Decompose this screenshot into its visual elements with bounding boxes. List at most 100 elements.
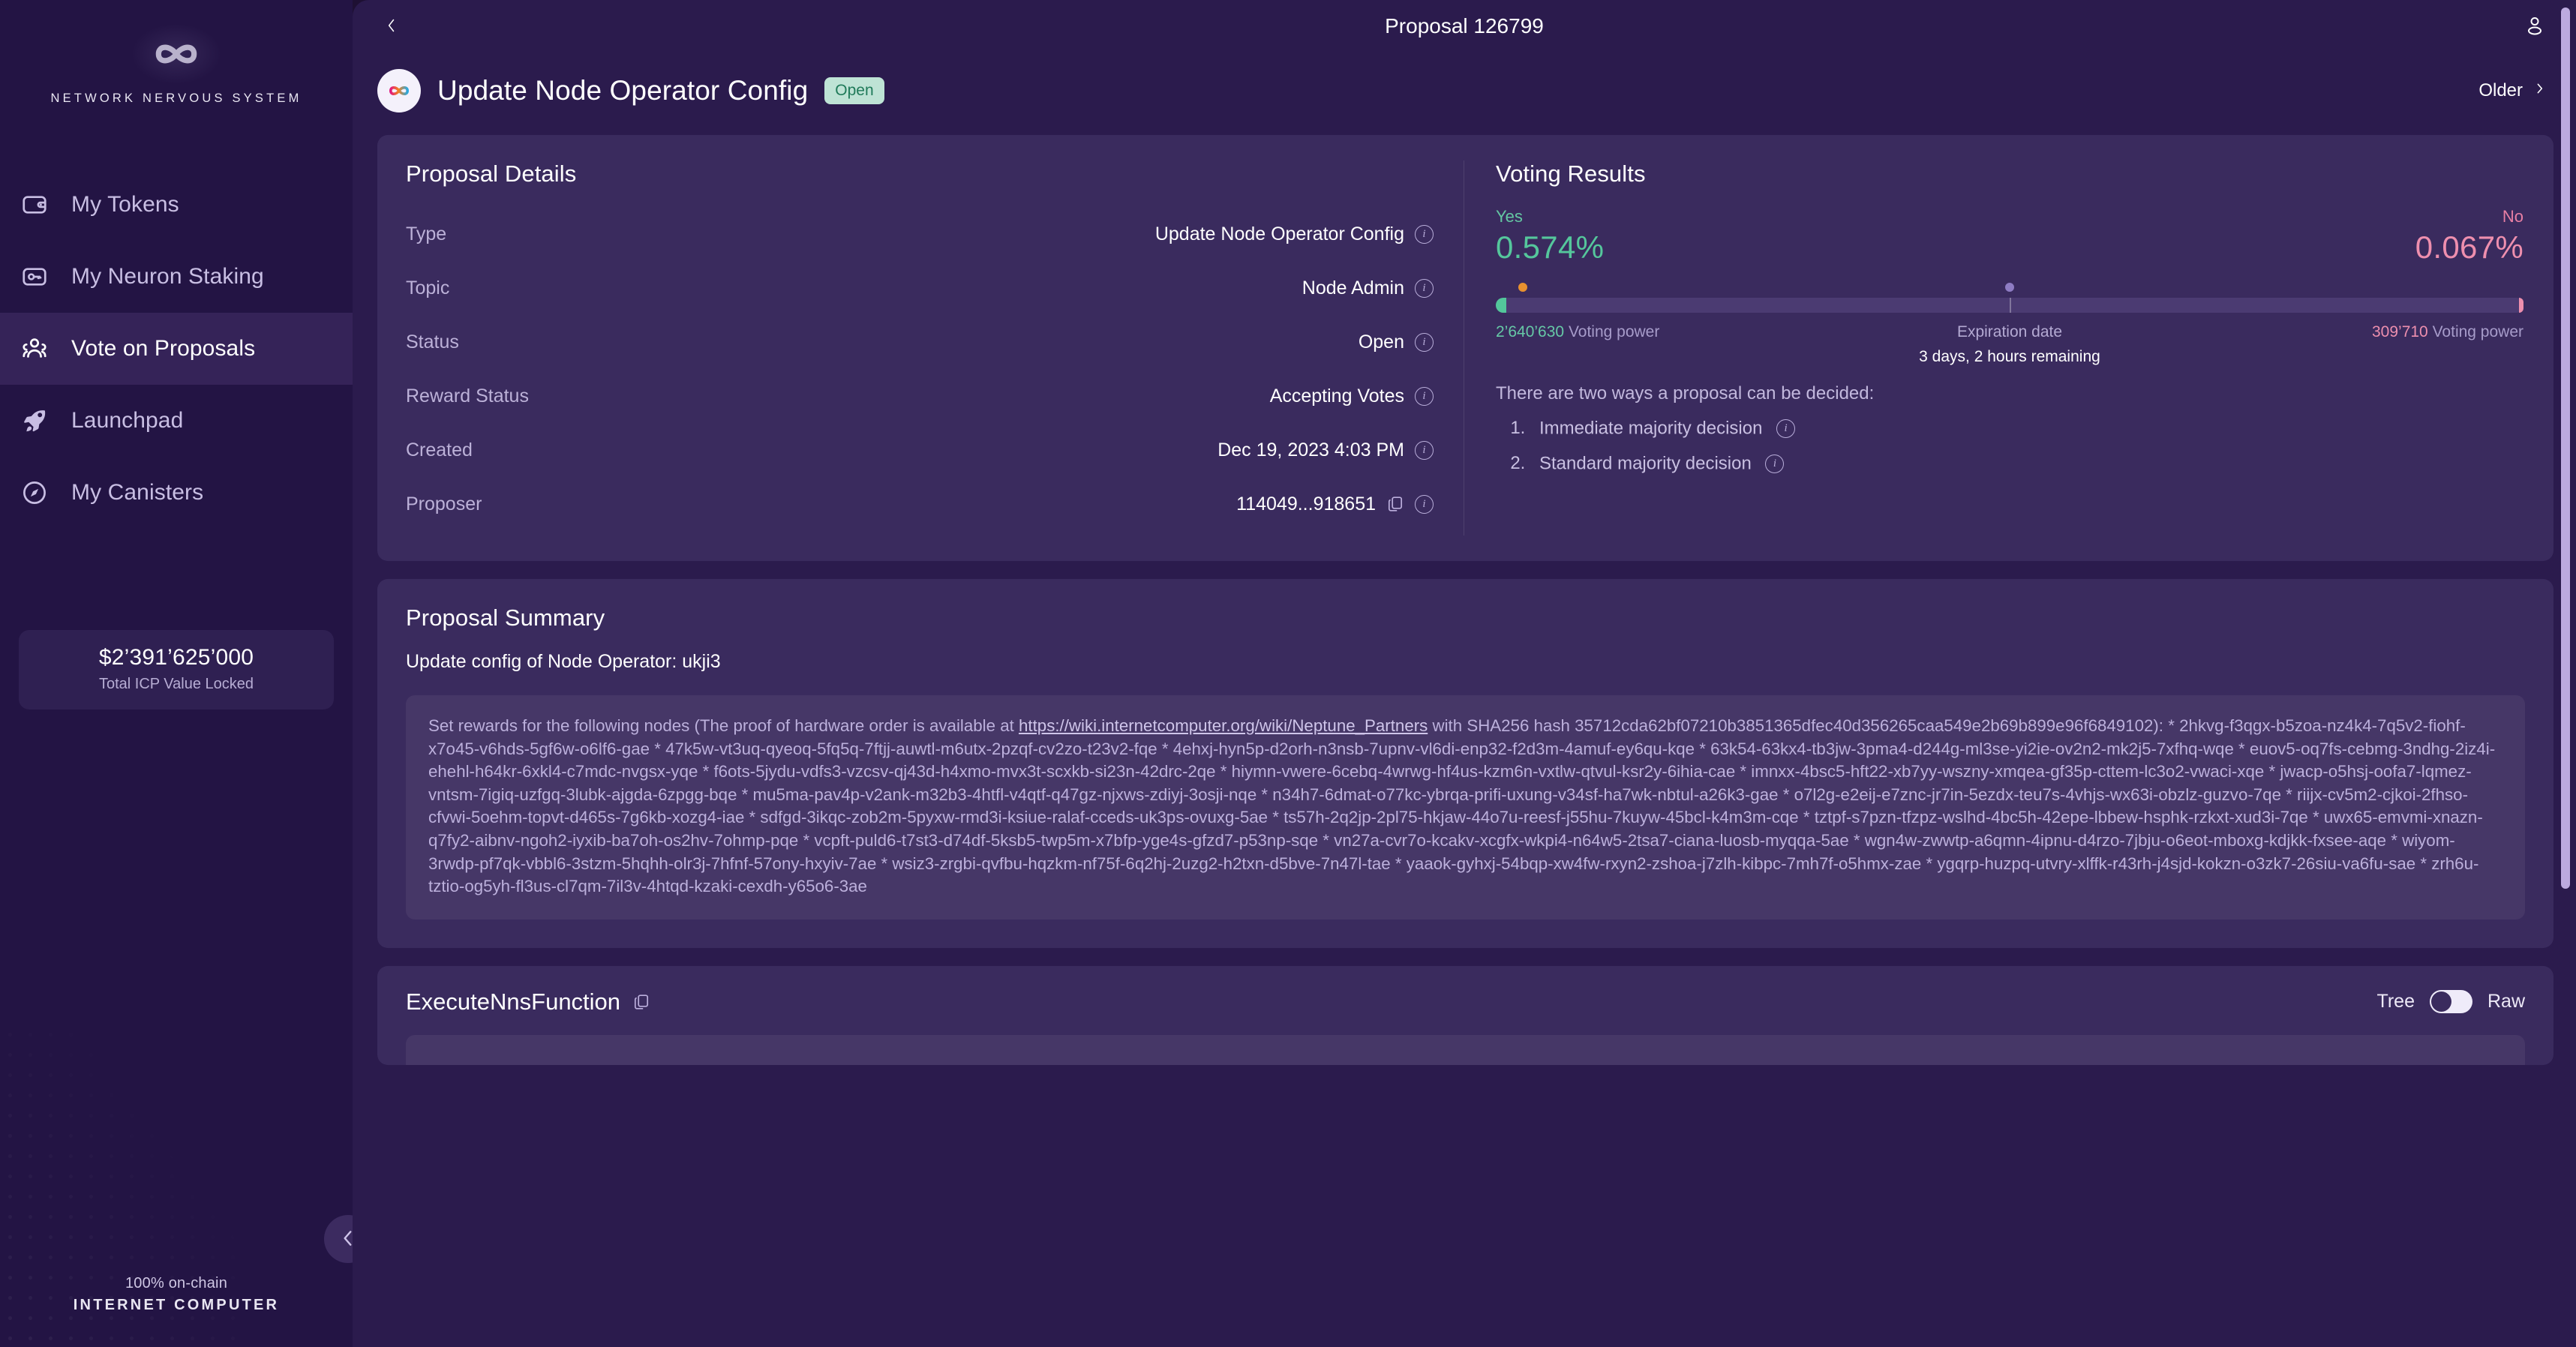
summary-body-post: with SHA256 hash 35712cda62bf07210b38513…	[428, 716, 2496, 896]
decision-way-label: Standard majority decision	[1539, 453, 1752, 474]
toggle-label-raw[interactable]: Raw	[2487, 991, 2525, 1012]
execute-nns-function-card: ExecuteNnsFunction Tree Raw	[377, 965, 2553, 1065]
decision-ways-list: Immediate majority decision i Standard m…	[1530, 418, 2523, 474]
sidebar-item-label: Vote on Proposals	[71, 336, 256, 361]
brand-name: NETWORK NERVOUS SYSTEM	[50, 92, 302, 105]
neptune-partners-wiki-link[interactable]: https://wiki.internetcomputer.org/wiki/N…	[1019, 716, 1428, 735]
vertical-scrollbar[interactable]	[2561, 8, 2570, 889]
infinity-icon	[130, 22, 223, 86]
sidebar-item-my-neuron-staking[interactable]: My Neuron Staking	[0, 241, 353, 313]
summary-body-pre: Set rewards for the following nodes (The…	[428, 716, 1019, 735]
decision-way-immediate: Immediate majority decision i	[1530, 418, 2523, 440]
proposal-header: Update Node Operator Config Open Older	[353, 52, 2576, 112]
info-icon[interactable]: i	[1765, 454, 1785, 473]
vote-no-percent: 0.067%	[2415, 230, 2523, 265]
detail-value: Update Node Operator Config	[1154, 223, 1404, 244]
brand: NETWORK NERVOUS SYSTEM	[0, 0, 353, 106]
decision-way-standard: Standard majority decision i	[1530, 453, 2523, 475]
detail-key: Created	[406, 439, 473, 460]
detail-key: Proposer	[406, 493, 482, 514]
rocket-icon	[19, 405, 50, 436]
sidebar-item-label: My Canisters	[71, 480, 204, 505]
voting-results-heading: Voting Results	[1496, 160, 1646, 187]
proposal-title: Update Node Operator Config	[437, 75, 809, 106]
immediate-majority-marker-icon	[1518, 283, 1527, 292]
info-icon[interactable]: i	[1776, 419, 1796, 439]
page-title: Proposal 126799	[1385, 14, 1544, 38]
top-bar: Proposal 126799	[353, 0, 2576, 52]
wallet-icon	[19, 189, 50, 220]
key-icon	[19, 261, 50, 292]
tree-raw-toggle[interactable]	[2429, 990, 2472, 1014]
sidebar-item-my-tokens[interactable]: My Tokens	[0, 169, 353, 241]
sidebar-item-label: My Tokens	[71, 192, 179, 217]
tvl-amount: $2’391’625’000	[98, 645, 254, 670]
footer-internet-computer-text: INTERNET COMPUTER	[73, 1297, 280, 1313]
copy-icon[interactable]	[632, 992, 650, 1012]
sidebar-collapse-button[interactable]	[324, 1215, 353, 1263]
expiration-remaining: 3 days, 2 hours remaining	[1919, 348, 2100, 365]
compass-icon	[19, 477, 50, 508]
copy-icon[interactable]	[1386, 494, 1404, 514]
proposal-summary-body-box: Set rewards for the following nodes (The…	[406, 695, 2525, 920]
proposal-details-heading: Proposal Details	[406, 160, 577, 187]
info-icon[interactable]: i	[1415, 224, 1434, 244]
sidebar: NETWORK NERVOUS SYSTEM My Tokens My Neur…	[0, 0, 353, 1347]
voting-progress: 2’640’630 Voting power Expiration date 3…	[1496, 283, 2523, 365]
info-icon[interactable]: i	[1415, 440, 1434, 460]
detail-row-proposer: Proposer 114049...918651 i	[406, 477, 1434, 531]
proposal-summary-card: Proposal Summary Update config of Node O…	[377, 579, 2553, 948]
toggle-knob	[2430, 992, 2451, 1012]
detail-row-created: Created Dec 19, 2023 4:03 PM i	[406, 423, 1434, 477]
info-icon[interactable]: i	[1415, 386, 1434, 406]
info-icon[interactable]: i	[1415, 278, 1434, 298]
total-value-locked-card: $2’391’625’000 Total ICP Value Locked	[19, 630, 334, 710]
chevron-right-icon	[2533, 79, 2546, 104]
nns-function-body	[406, 1034, 2525, 1065]
proposal-summary-line: Update config of Node Operator: ukji3	[406, 651, 721, 672]
sidebar-nav: My Tokens My Neuron Staking Vote on Prop…	[0, 169, 353, 529]
detail-row-reward-status: Reward Status Accepting Votes i	[406, 369, 1434, 423]
detail-row-type: Type Update Node Operator Config i	[406, 207, 1434, 261]
decision-ways-lead: There are two ways a proposal can be dec…	[1496, 383, 1875, 404]
people-icon	[19, 333, 50, 364]
main-content: Proposal 126799 Update Node Operator Con…	[353, 0, 2576, 1347]
nns-function-title: ExecuteNnsFunction	[406, 988, 621, 1015]
sidebar-item-launchpad[interactable]: Launchpad	[0, 385, 353, 457]
sidebar-item-my-canisters[interactable]: My Canisters	[0, 457, 353, 529]
older-proposal-link[interactable]: Older	[2478, 79, 2553, 104]
sidebar-item-label: Launchpad	[71, 408, 184, 433]
proposal-details-panel: Proposal Details Type Update Node Operat…	[377, 135, 1464, 561]
chevron-left-icon	[338, 1228, 353, 1250]
info-icon[interactable]: i	[1415, 494, 1434, 514]
vote-yes-label: Yes	[1496, 207, 1523, 226]
detail-value: 114049...918651	[1236, 493, 1376, 514]
sidebar-item-vote-on-proposals[interactable]: Vote on Proposals	[0, 313, 353, 385]
proposal-summary-body: Set rewards for the following nodes (The…	[428, 715, 2502, 898]
detail-key: Reward Status	[406, 385, 529, 406]
expiration-label: Expiration date	[1956, 323, 2063, 340]
detail-value: Node Admin	[1302, 277, 1404, 298]
voting-results-panel: Voting Results Yes No 0.574% 0.067% 2’64…	[1464, 135, 2553, 561]
standard-majority-marker-icon	[2005, 283, 2014, 292]
info-icon[interactable]: i	[1415, 332, 1434, 352]
detail-row-status: Status Open i	[406, 315, 1434, 369]
proposal-summary-heading: Proposal Summary	[406, 604, 605, 631]
content-area: Proposal Details Type Update Node Operat…	[353, 112, 2576, 1065]
detail-value: Open	[1358, 331, 1404, 352]
footer-on-chain-text: 100% on-chain	[125, 1275, 228, 1292]
profile-button[interactable]	[2516, 8, 2553, 45]
detail-row-topic: Topic Node Admin i	[406, 261, 1434, 315]
person-icon	[2523, 14, 2546, 39]
toggle-label-tree[interactable]: Tree	[2377, 991, 2415, 1012]
voting-bar-no	[2518, 298, 2523, 313]
detail-key: Status	[406, 331, 459, 352]
voting-bar-midpoint	[2010, 298, 2011, 313]
tvl-label: Total ICP Value Locked	[98, 676, 254, 692]
back-button[interactable]	[375, 10, 408, 43]
chevron-left-icon	[384, 14, 399, 39]
sidebar-item-label: My Neuron Staking	[71, 264, 264, 289]
older-label: Older	[2478, 80, 2523, 100]
detail-value: Accepting Votes	[1269, 385, 1404, 406]
sidebar-footer: 100% on-chain INTERNET COMPUTER	[0, 1275, 353, 1314]
